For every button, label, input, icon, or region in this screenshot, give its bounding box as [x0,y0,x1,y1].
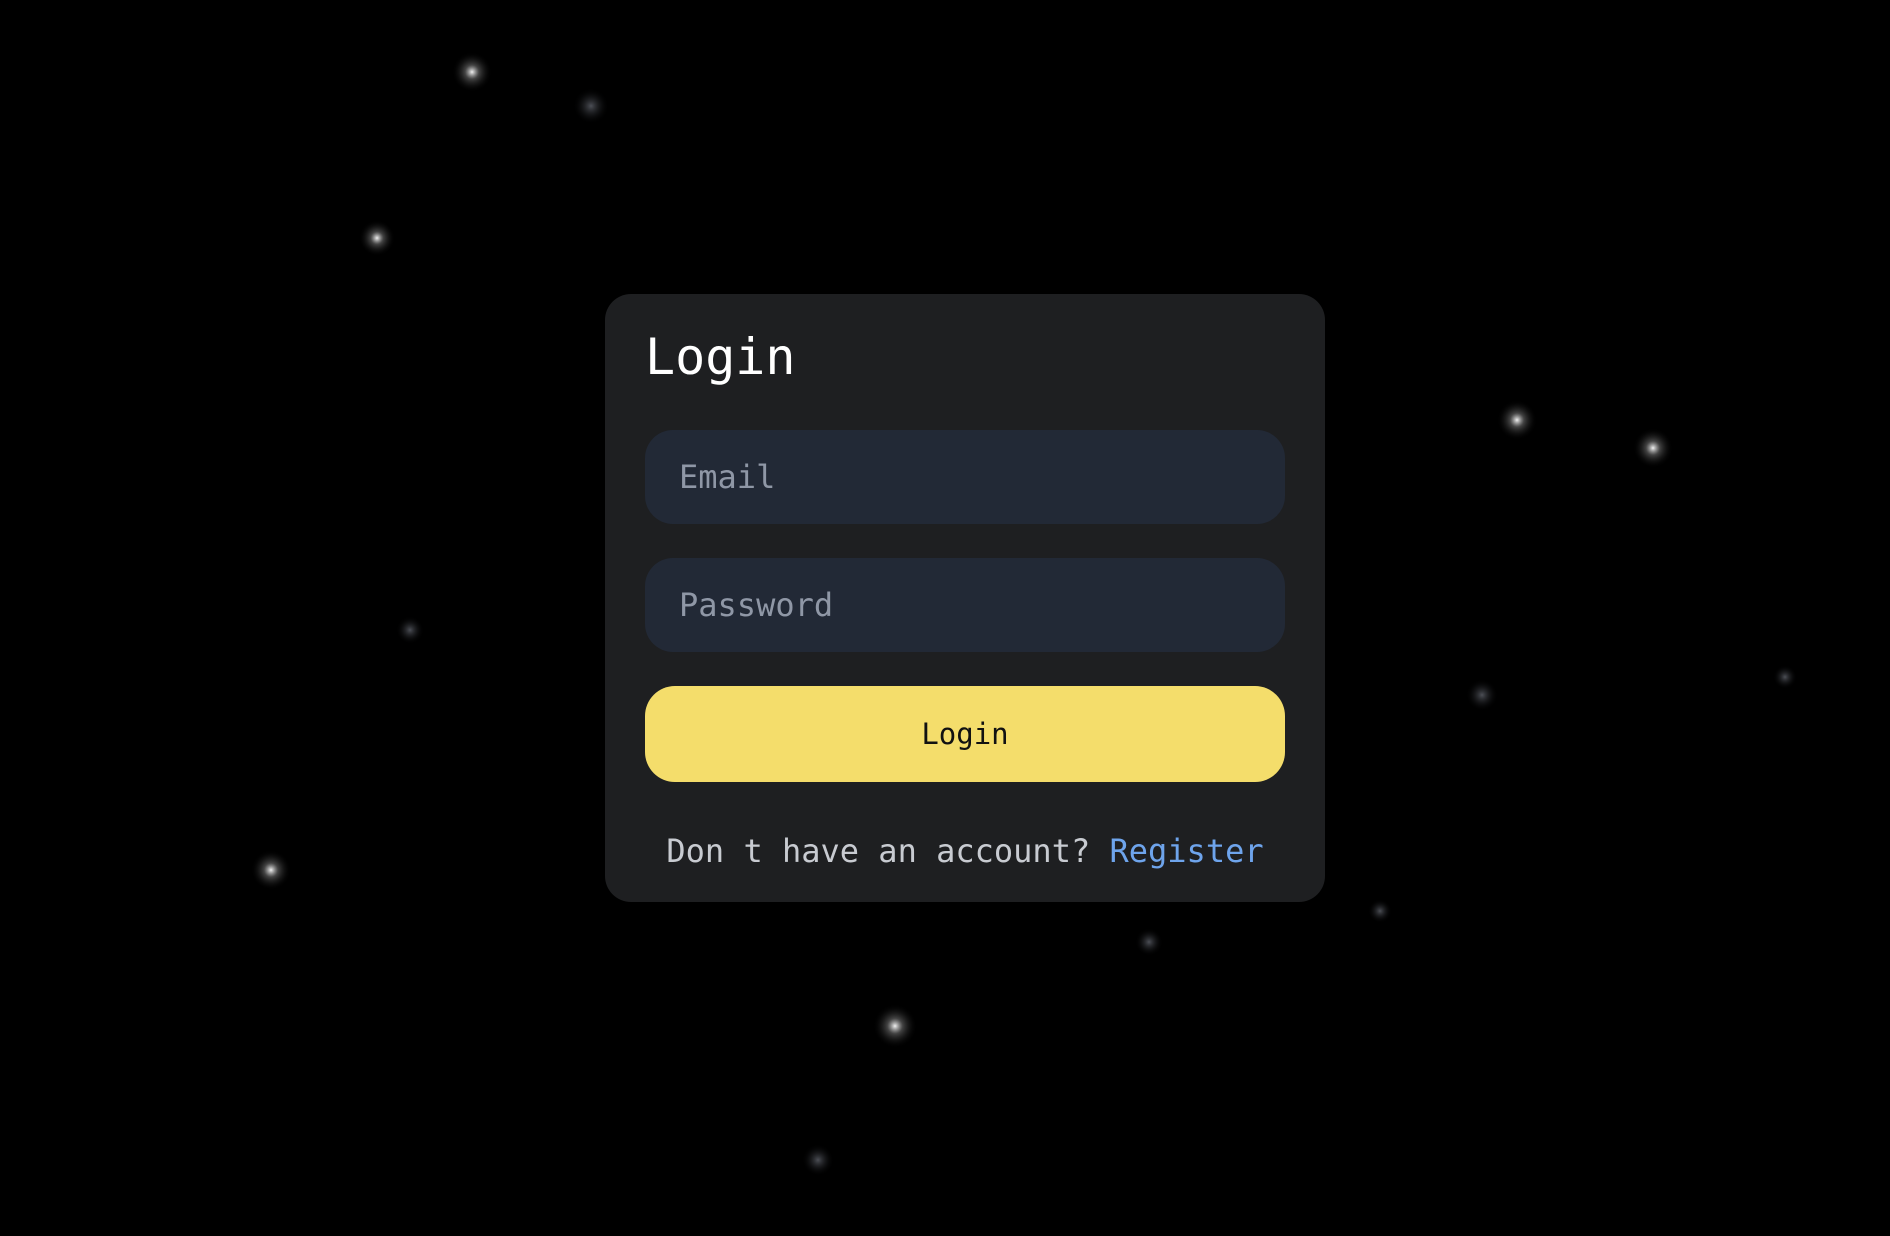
star-icon [1368,899,1392,923]
star-icon [452,52,492,92]
star-icon [1466,679,1498,711]
star-icon [396,616,424,644]
register-link[interactable]: Register [1109,832,1263,870]
login-page: Login Login Don t have an account? Regis… [0,0,1890,1236]
star-icon [573,88,609,124]
star-icon [1773,665,1797,689]
star-icon [251,850,291,890]
password-field[interactable] [645,558,1285,652]
star-icon [873,1004,917,1048]
email-field[interactable] [645,430,1285,524]
star-icon [1497,400,1537,440]
login-button[interactable]: Login [645,686,1285,782]
register-prompt-text: Don t have an account? [666,832,1110,870]
star-icon [1633,428,1673,468]
login-card: Login Login Don t have an account? Regis… [605,294,1325,902]
star-icon [802,1144,834,1176]
star-icon [1135,928,1163,956]
page-title: Login [645,328,796,386]
register-prompt: Don t have an account? Register [605,832,1325,870]
star-icon [359,220,395,256]
